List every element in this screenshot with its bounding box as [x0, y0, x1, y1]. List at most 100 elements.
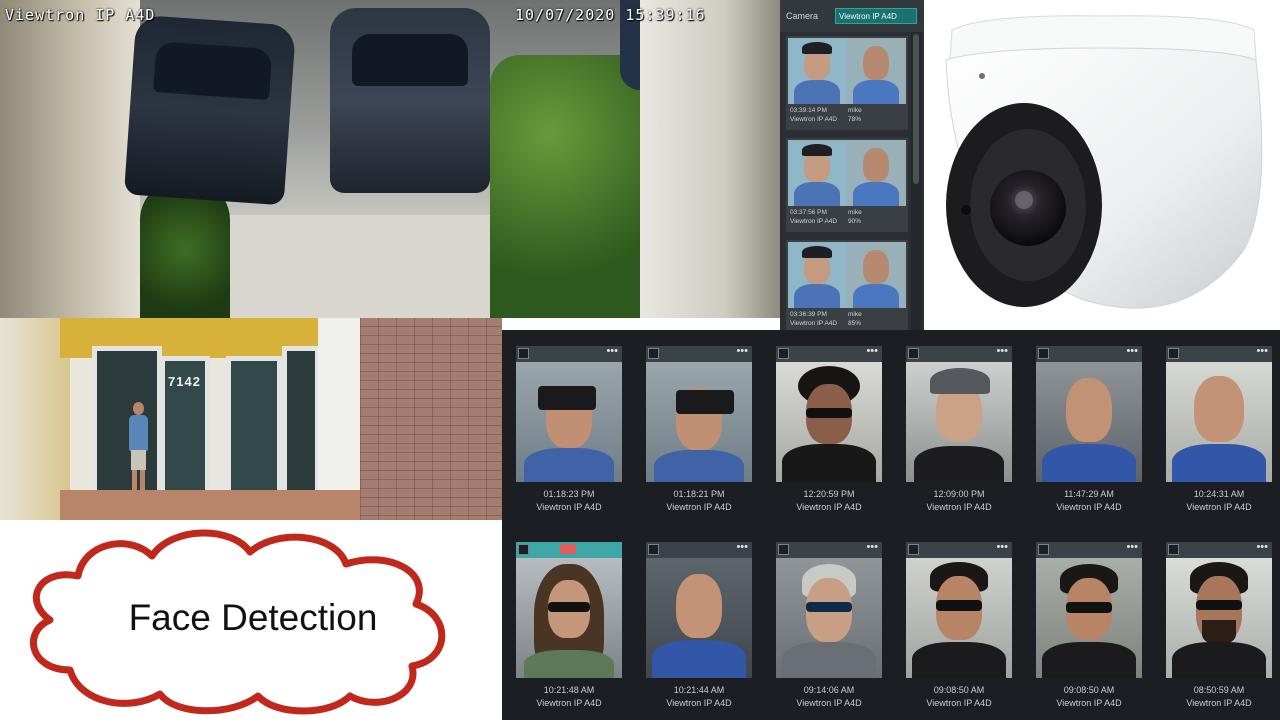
face-snapshot[interactable] — [906, 558, 1012, 678]
select-checkbox[interactable] — [1168, 544, 1179, 555]
capture-camera: Viewtron IP A4D — [536, 698, 602, 708]
face-card-toolbar: ••• — [646, 345, 752, 362]
face-card[interactable]: ••• 09:08:50 AM Viewtron IP A4D — [906, 541, 1012, 712]
capture-time: 10:21:44 AM — [673, 685, 725, 695]
select-checkbox[interactable] — [518, 544, 529, 555]
select-checkbox[interactable] — [908, 348, 919, 359]
record-icon[interactable] — [560, 544, 576, 554]
face-card-toolbar: ••• — [1036, 541, 1142, 558]
select-checkbox[interactable] — [1168, 348, 1179, 359]
face-card[interactable]: ••• 09:08:50 AM Viewtron IP A4D — [1036, 541, 1142, 712]
capture-time: 11:47:29 AM — [1064, 489, 1114, 499]
select-checkbox[interactable] — [1038, 348, 1049, 359]
more-options-icon[interactable]: ••• — [866, 541, 878, 553]
capture-camera: Viewtron IP A4D — [1056, 698, 1122, 708]
face-snapshot[interactable] — [1036, 558, 1142, 678]
capture-time: 10:21:48 AM — [543, 685, 595, 695]
face-snapshot[interactable] — [1036, 362, 1142, 482]
more-options-icon[interactable]: ••• — [606, 345, 618, 357]
face-card[interactable]: ••• 08:50:59 AM Viewtron IP A4D — [1166, 541, 1272, 712]
face-match-item[interactable]: 03:37:56 PM Viewtron IP A4D mike 90% — [786, 138, 908, 232]
more-options-icon[interactable]: ••• — [996, 541, 1008, 553]
face-match-item[interactable]: 03:36:39 PM Viewtron IP A4D mike 85% — [786, 240, 908, 334]
face-match-item[interactable]: 03:39:14 PM Viewtron IP A4D mike 78% — [786, 36, 908, 130]
more-options-icon[interactable]: ••• — [736, 541, 748, 553]
capture-camera: Viewtron IP A4D — [926, 502, 992, 512]
scrollbar-thumb[interactable] — [913, 34, 919, 184]
match-name: mike — [848, 209, 862, 216]
face-match-panel: Camera Viewtron IP A4D 03:39:14 PM Viewt… — [780, 0, 924, 334]
face-card-selected[interactable]: 10:21:48 AM Viewtron IP A4D — [516, 542, 622, 712]
face-card-toolbar: ••• — [776, 541, 882, 558]
dome-camera-illustration — [945, 15, 1263, 309]
camera-select[interactable]: Viewtron IP A4D — [835, 8, 917, 24]
more-options-icon[interactable]: ••• — [1126, 345, 1138, 357]
panel-scrollbar[interactable] — [911, 32, 921, 330]
door-number: 7142 — [168, 374, 201, 389]
match-name: mike — [848, 107, 862, 114]
face-card[interactable]: ••• 10:24:31 AM Viewtron IP A4D — [1166, 345, 1272, 516]
capture-camera: Viewtron IP A4D — [796, 502, 862, 512]
select-checkbox[interactable] — [518, 348, 529, 359]
face-snapshot[interactable] — [646, 362, 752, 482]
face-snapshot[interactable] — [1166, 558, 1272, 678]
match-similarity: 85% — [848, 320, 862, 327]
capture-camera: Viewtron IP A4D — [666, 502, 732, 512]
capture-time: 12:20:59 PM — [803, 489, 855, 499]
capture-time: 09:08:50 AM — [933, 685, 985, 695]
face-snapshot[interactable] — [516, 558, 622, 678]
building-pillar-left — [0, 0, 140, 318]
face-card[interactable]: ••• 12:20:59 PM Viewtron IP A4D — [776, 345, 882, 516]
caption-face-detection: Face Detection — [128, 597, 378, 638]
glass-door — [226, 356, 282, 498]
face-snapshot[interactable] — [776, 558, 882, 678]
select-checkbox[interactable] — [778, 544, 789, 555]
storefront-window — [282, 346, 320, 496]
select-checkbox[interactable] — [908, 544, 919, 555]
face-snapshot[interactable] — [646, 558, 752, 678]
camera-feed-parking-lot[interactable]: Viewtron IP A4D 10/07/2020 15:39:16 — [0, 0, 780, 318]
camera-feed-entrance[interactable]: 7142 — [0, 318, 360, 520]
captured-face — [788, 242, 847, 308]
face-card[interactable]: ••• 01:18:21 PM Viewtron IP A4D — [646, 345, 752, 516]
brick-pavement — [360, 318, 502, 520]
dome-camera-image — [924, 0, 1280, 330]
face-snapshot[interactable] — [1166, 362, 1272, 482]
more-options-icon[interactable]: ••• — [866, 345, 878, 357]
capture-time: 12:09:00 PM — [933, 489, 985, 499]
capture-time: 09:08:50 AM — [1063, 685, 1115, 695]
face-card[interactable]: ••• 12:09:00 PM Viewtron IP A4D — [906, 345, 1012, 516]
person — [126, 402, 150, 506]
face-snapshot[interactable] — [516, 362, 622, 482]
face-detection-gallery: ••• 01:18:23 PM Viewtron IP A4D ••• 01:1… — [502, 330, 1280, 720]
more-options-icon[interactable]: ••• — [736, 345, 748, 357]
face-card[interactable]: ••• 10:21:44 AM Viewtron IP A4D — [646, 541, 752, 712]
more-options-icon[interactable]: ••• — [1256, 541, 1268, 553]
match-similarity: 90% — [848, 218, 862, 225]
enrolled-face — [847, 38, 906, 104]
capture-camera: Viewtron IP A4D — [536, 502, 602, 512]
parked-car — [123, 14, 297, 206]
face-card-toolbar: ••• — [906, 541, 1012, 558]
face-card[interactable]: ••• 01:18:23 PM Viewtron IP A4D — [516, 345, 622, 516]
face-card-toolbar: ••• — [646, 541, 752, 558]
more-options-icon[interactable]: ••• — [1126, 541, 1138, 553]
osd-timestamp: 10/07/2020 15:39:16 — [515, 6, 706, 24]
select-checkbox[interactable] — [648, 544, 659, 555]
capture-camera: Viewtron IP A4D — [1186, 502, 1252, 512]
face-snapshot[interactable] — [906, 362, 1012, 482]
more-options-icon[interactable]: ••• — [996, 345, 1008, 357]
face-snapshot[interactable] — [776, 362, 882, 482]
face-card[interactable]: ••• 11:47:29 AM Viewtron IP A4D — [1036, 345, 1142, 516]
select-checkbox[interactable] — [648, 348, 659, 359]
select-checkbox[interactable] — [778, 348, 789, 359]
match-name: mike — [848, 311, 862, 318]
parked-car — [330, 8, 490, 193]
face-card-toolbar: ••• — [1166, 541, 1272, 558]
face-card[interactable]: ••• 09:14:06 AM Viewtron IP A4D — [776, 541, 882, 712]
select-checkbox[interactable] — [1038, 544, 1049, 555]
capture-time: 10:24:31 AM — [1193, 489, 1245, 499]
more-options-icon[interactable]: ••• — [1256, 345, 1268, 357]
match-time: 03:37:56 PM — [790, 209, 827, 216]
face-card-toolbar: ••• — [1166, 345, 1272, 362]
